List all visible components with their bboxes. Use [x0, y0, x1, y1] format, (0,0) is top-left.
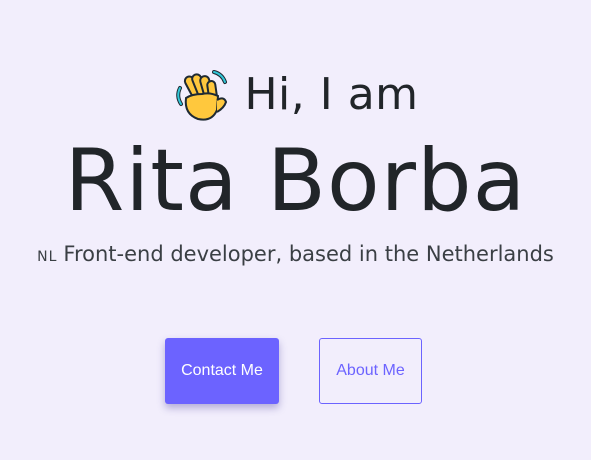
- netherlands-flag-icon: NL: [37, 249, 58, 265]
- page-title: Rita Borba: [64, 131, 527, 231]
- greeting-row: Hi, I am: [0, 66, 591, 124]
- waving-hand-icon: [172, 66, 230, 124]
- greeting-text: Hi, I am: [244, 69, 419, 120]
- hero-section: Hi, I am Rita Borba NL Front-end develop…: [0, 0, 591, 460]
- contact-me-button[interactable]: Contact Me: [165, 338, 279, 404]
- subtitle-row: NL Front-end developer, based in the Net…: [0, 242, 591, 266]
- subtitle: Front-end developer, based in the Nether…: [63, 242, 554, 266]
- about-me-button[interactable]: About Me: [319, 338, 422, 404]
